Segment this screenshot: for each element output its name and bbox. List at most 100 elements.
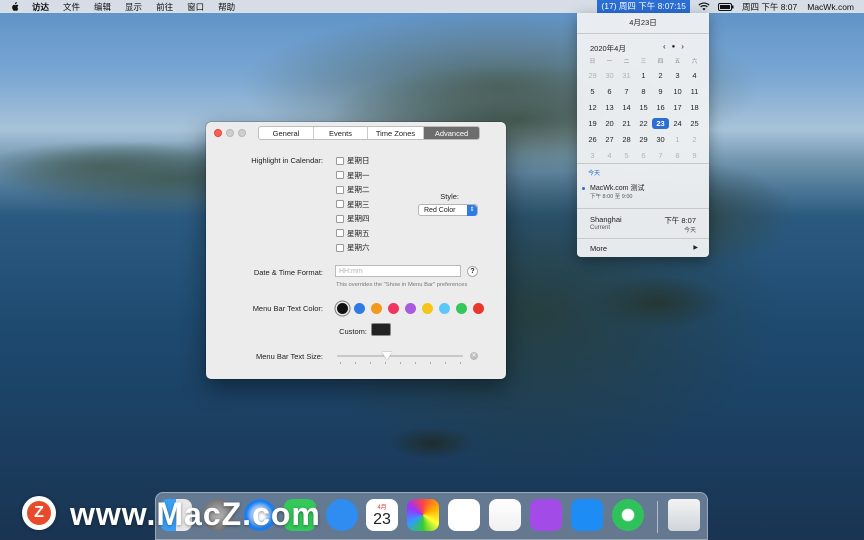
- weekday-checkbox-sun[interactable]: 星期日: [336, 155, 370, 166]
- day-cell[interactable]: 30: [652, 134, 669, 145]
- weekday-checkbox-fri[interactable]: 星期五: [336, 228, 370, 239]
- checkbox[interactable]: [336, 200, 344, 208]
- day-cell[interactable]: 6: [635, 150, 652, 161]
- music-icon[interactable]: [489, 499, 521, 531]
- custom-color-well[interactable]: [371, 323, 391, 336]
- weekday-checkbox-tue[interactable]: 星期二: [336, 184, 370, 195]
- day-cell[interactable]: 5: [584, 86, 601, 97]
- weekday-checkbox-sat[interactable]: 星期六: [336, 242, 370, 253]
- day-cell[interactable]: 9: [652, 86, 669, 97]
- day-cell[interactable]: 3: [584, 150, 601, 161]
- day-cell[interactable]: 30: [601, 70, 618, 81]
- weekday-checkbox-wed[interactable]: 星期三: [336, 199, 370, 210]
- day-cell[interactable]: 15: [635, 102, 652, 113]
- day-cell[interactable]: 2: [652, 70, 669, 81]
- day-cell[interactable]: 16: [652, 102, 669, 113]
- tab-advanced[interactable]: Advanced: [424, 127, 479, 139]
- day-cell[interactable]: 26: [584, 134, 601, 145]
- day-cell[interactable]: 8: [669, 150, 686, 161]
- day-cell[interactable]: 1: [669, 134, 686, 145]
- menu-go[interactable]: 前往: [156, 1, 173, 13]
- app-store-icon[interactable]: [571, 499, 603, 531]
- tab-events[interactable]: Events: [314, 127, 368, 139]
- day-cell[interactable]: 19: [584, 118, 601, 129]
- mail-icon[interactable]: [326, 499, 358, 531]
- reminders-icon[interactable]: [448, 499, 480, 531]
- day-cell[interactable]: 12: [584, 102, 601, 113]
- color-swatch[interactable]: [473, 303, 484, 314]
- day-cell[interactable]: 24: [669, 118, 686, 129]
- next-month-button[interactable]: ›: [681, 42, 684, 53]
- zoom-button[interactable]: [238, 129, 246, 137]
- reset-size-icon[interactable]: ✕: [470, 352, 478, 360]
- color-swatch[interactable]: [422, 303, 433, 314]
- day-cell[interactable]: 31: [618, 70, 635, 81]
- day-cell[interactable]: 29: [584, 70, 601, 81]
- text-size-slider-track[interactable]: [337, 355, 463, 357]
- battery-icon[interactable]: [717, 2, 734, 11]
- color-swatch[interactable]: [439, 303, 450, 314]
- date-time-format-input[interactable]: [335, 265, 461, 277]
- podcasts-icon[interactable]: [530, 499, 562, 531]
- tab-general[interactable]: General: [259, 127, 314, 139]
- checkbox[interactable]: [336, 156, 344, 165]
- menu-edit[interactable]: 编辑: [94, 1, 111, 13]
- day-cell[interactable]: 4: [601, 150, 618, 161]
- menu-window[interactable]: 窗口: [187, 1, 204, 13]
- day-cell[interactable]: 17: [669, 102, 686, 113]
- more-menu[interactable]: More: [590, 244, 607, 253]
- color-swatch[interactable]: [354, 303, 365, 314]
- checkbox[interactable]: [336, 243, 344, 252]
- more-arrow-icon[interactable]: ▶: [693, 244, 698, 251]
- weekday-checkbox-thu[interactable]: 星期四: [336, 213, 370, 224]
- day-cell[interactable]: 4: [686, 70, 703, 81]
- day-cell[interactable]: 2: [686, 134, 703, 145]
- menu-finder[interactable]: 访达: [32, 1, 49, 13]
- day-cell[interactable]: 22: [635, 118, 652, 129]
- checkbox[interactable]: [336, 214, 344, 223]
- day-cell[interactable]: 28: [618, 134, 635, 145]
- menu-file[interactable]: 文件: [63, 1, 80, 13]
- color-swatch[interactable]: [456, 303, 467, 314]
- day-cell[interactable]: 25: [686, 118, 703, 129]
- color-swatch[interactable]: [405, 303, 416, 314]
- wifi-icon[interactable]: [698, 2, 710, 11]
- close-button[interactable]: [214, 129, 222, 137]
- color-swatch[interactable]: [337, 303, 348, 314]
- day-cell[interactable]: 10: [669, 86, 686, 97]
- menu-site-label[interactable]: MacWk.com: [807, 2, 854, 12]
- day-cell[interactable]: 5: [618, 150, 635, 161]
- minimize-button[interactable]: [226, 129, 234, 137]
- menu-datetime[interactable]: 周四 下午 8:07: [742, 1, 797, 13]
- apple-icon[interactable]: [10, 1, 22, 12]
- day-cell[interactable]: 23: [652, 118, 669, 129]
- menu-help[interactable]: 帮助: [218, 1, 235, 13]
- tab-time-zones[interactable]: Time Zones: [368, 127, 424, 139]
- day-cell[interactable]: 7: [652, 150, 669, 161]
- today-button[interactable]: ●: [672, 42, 676, 53]
- weekday-checkbox-mon[interactable]: 星期一: [336, 170, 370, 181]
- prev-month-button[interactable]: ‹: [663, 42, 666, 53]
- day-cell[interactable]: 1: [635, 70, 652, 81]
- day-cell[interactable]: 14: [618, 102, 635, 113]
- day-cell[interactable]: 20: [601, 118, 618, 129]
- day-cell[interactable]: 8: [635, 86, 652, 97]
- checkbox[interactable]: [336, 171, 344, 179]
- text-size-slider-thumb[interactable]: [382, 352, 393, 360]
- trash-icon[interactable]: [668, 499, 700, 531]
- day-cell[interactable]: 3: [669, 70, 686, 81]
- color-swatch[interactable]: [371, 303, 382, 314]
- color-swatch[interactable]: [388, 303, 399, 314]
- menu-clock-extra[interactable]: (17) 周四 下午 8:07:15: [597, 0, 690, 13]
- day-cell[interactable]: 11: [686, 86, 703, 97]
- day-cell[interactable]: 7: [618, 86, 635, 97]
- help-button[interactable]: ?: [467, 266, 478, 277]
- day-cell[interactable]: 27: [601, 134, 618, 145]
- checkbox[interactable]: [336, 229, 344, 237]
- day-cell[interactable]: 18: [686, 102, 703, 113]
- calendar-app-icon[interactable]: 4月 23: [366, 499, 398, 531]
- day-cell[interactable]: 21: [618, 118, 635, 129]
- menu-view[interactable]: 显示: [125, 1, 142, 13]
- day-cell[interactable]: 9: [686, 150, 703, 161]
- day-cell[interactable]: 6: [601, 86, 618, 97]
